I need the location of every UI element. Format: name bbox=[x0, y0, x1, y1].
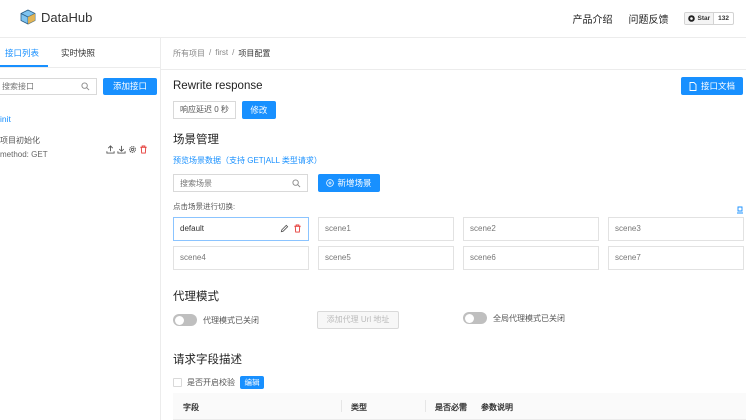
edit-fields-button[interactable]: 编辑 bbox=[240, 376, 264, 389]
scene-card[interactable]: scene5 bbox=[318, 246, 454, 270]
breadcrumb-project[interactable]: first bbox=[215, 48, 228, 59]
request-fields-title: 请求字段描述 bbox=[173, 354, 242, 366]
breadcrumb: 所有项目 / first / 项目配置 bbox=[173, 48, 270, 59]
proxy-section-title: 代理模式 bbox=[173, 291, 219, 303]
validation-label: 是否开启校验 bbox=[187, 378, 235, 387]
breadcrumb-separator: / bbox=[232, 48, 235, 57]
github-star[interactable]: Star bbox=[685, 13, 715, 24]
breadcrumb-separator: / bbox=[209, 48, 212, 57]
tab-snapshot[interactable]: 实时快照 bbox=[56, 38, 104, 67]
scene-card-default[interactable]: default bbox=[173, 217, 309, 241]
scene-card[interactable]: scene1 bbox=[318, 217, 454, 241]
github-star-label: Star bbox=[697, 15, 711, 22]
delete-icon[interactable] bbox=[139, 145, 148, 154]
add-api-button[interactable]: 添加接口 bbox=[103, 78, 157, 95]
plus-circle-icon bbox=[326, 179, 335, 187]
api-search-box bbox=[0, 78, 97, 95]
top-nav: 产品介绍 问题反馈 Star 132 bbox=[572, 11, 734, 26]
column-divider bbox=[341, 400, 342, 412]
api-group-init[interactable]: init bbox=[0, 114, 11, 124]
new-scene-label: 新增场景 bbox=[337, 178, 372, 188]
github-icon bbox=[688, 15, 696, 22]
scene-card[interactable]: scene6 bbox=[463, 246, 599, 270]
scene-section-title: 场景管理 bbox=[173, 134, 219, 146]
global-proxy-toggle[interactable] bbox=[463, 312, 487, 324]
column-header-required: 是否必需 bbox=[435, 403, 467, 412]
breadcrumb-all-projects[interactable]: 所有项目 bbox=[173, 48, 205, 59]
response-delay-row: 响应延迟 0 秒 修改 bbox=[173, 101, 276, 119]
search-icon[interactable] bbox=[81, 82, 90, 91]
column-header-type: 类型 bbox=[351, 403, 367, 412]
edit-icon[interactable] bbox=[280, 224, 289, 233]
api-doc-button[interactable]: 接口文档 bbox=[681, 77, 743, 95]
scene-search-box bbox=[173, 174, 308, 192]
proxy-mode-label: 代理模式已关闭 bbox=[203, 316, 259, 325]
column-header-description: 参数说明 bbox=[481, 403, 513, 412]
api-list-item[interactable]: 项目初始化 method: GET bbox=[0, 135, 160, 159]
nav-product-intro[interactable]: 产品介绍 bbox=[572, 11, 612, 26]
preview-scene-link[interactable]: 预览场景数据（支持 GET|ALL 类型请求） bbox=[173, 155, 322, 166]
app-name: DataHub bbox=[41, 9, 93, 25]
upload-icon[interactable] bbox=[106, 145, 115, 154]
scene-card[interactable]: scene7 bbox=[608, 246, 744, 270]
response-delay-value: 响应延迟 0 秒 bbox=[173, 101, 236, 119]
pin-icon[interactable] bbox=[736, 206, 744, 214]
validation-checkbox[interactable] bbox=[173, 378, 182, 387]
top-bar: DataHub 产品介绍 问题反馈 Star 132 bbox=[0, 0, 746, 38]
api-item-actions bbox=[106, 145, 148, 154]
api-doc-label: 接口文档 bbox=[700, 81, 735, 91]
download-icon[interactable] bbox=[117, 145, 126, 154]
global-proxy-label: 全局代理模式已关闭 bbox=[493, 314, 565, 323]
scene-card[interactable]: scene4 bbox=[173, 246, 309, 270]
main-content: 所有项目 / first / 项目配置 Rewrite response 接口文… bbox=[161, 38, 746, 420]
api-search-input[interactable] bbox=[0, 79, 80, 94]
column-divider bbox=[425, 400, 426, 412]
tab-api-list[interactable]: 接口列表 bbox=[0, 38, 49, 67]
sidebar-tabs: 接口列表 实时快照 bbox=[0, 38, 160, 68]
document-icon bbox=[689, 81, 697, 91]
fields-table-header: 字段 类型 是否必需 参数说明 bbox=[173, 393, 746, 420]
proxy-mode-toggle[interactable] bbox=[173, 314, 197, 326]
new-scene-button[interactable]: 新增场景 bbox=[318, 174, 380, 192]
scene-name: default bbox=[180, 224, 205, 233]
delete-icon[interactable] bbox=[293, 224, 302, 233]
divider bbox=[161, 69, 746, 70]
scene-actions bbox=[280, 224, 302, 233]
validation-row: 是否开启校验 编辑 bbox=[173, 376, 264, 389]
search-icon[interactable] bbox=[292, 179, 301, 188]
modify-delay-button[interactable]: 修改 bbox=[241, 101, 276, 119]
github-star-button[interactable]: Star 132 bbox=[684, 12, 734, 25]
scene-card[interactable]: scene2 bbox=[463, 217, 599, 241]
gear-icon[interactable] bbox=[128, 145, 137, 154]
cube-icon bbox=[20, 9, 36, 25]
scene-switch-hint: 点击场景进行切换: bbox=[173, 202, 236, 211]
add-proxy-url-button[interactable]: 添加代理 Url 地址 bbox=[317, 311, 399, 329]
column-header-field: 字段 bbox=[183, 403, 199, 412]
breadcrumb-current: 项目配置 bbox=[238, 49, 271, 58]
scene-card[interactable]: scene3 bbox=[608, 217, 744, 241]
api-search-row: 添加接口 bbox=[0, 78, 157, 95]
scene-search-input[interactable] bbox=[174, 175, 289, 191]
nav-feedback[interactable]: 问题反馈 bbox=[628, 11, 668, 26]
github-star-count: 132 bbox=[718, 15, 729, 22]
page-title: Rewrite response bbox=[173, 80, 263, 92]
app-logo[interactable]: DataHub bbox=[20, 9, 92, 25]
api-sidebar: 接口列表 实时快照 添加接口 init 项目初始化 method: GET bbox=[0, 38, 161, 420]
